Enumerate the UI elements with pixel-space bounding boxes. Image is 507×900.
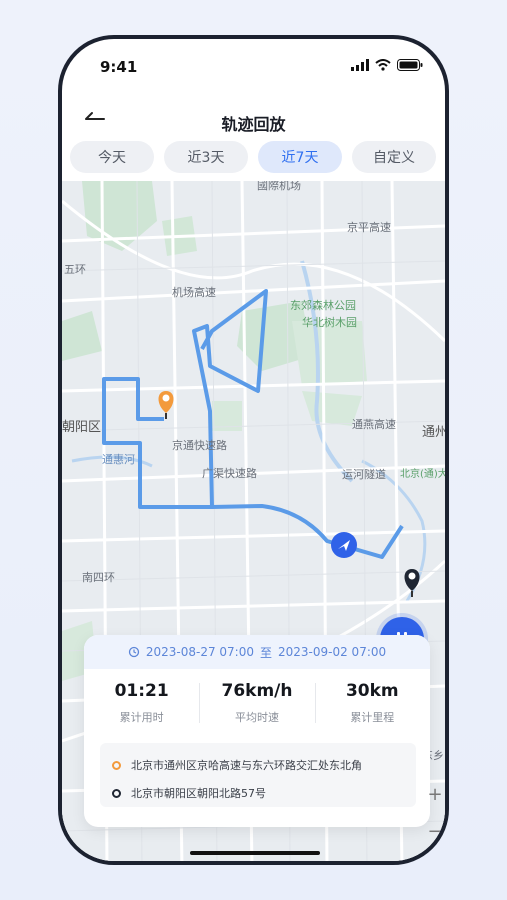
map-label: 北京(通)大运河文旅游景	[400, 467, 445, 480]
address-box: 北京市通州区京哈高速与东六环路交汇处东北角 北京市朝阳区朝阳北路57号	[100, 743, 416, 807]
map-label: 通惠河	[102, 452, 135, 466]
start-address: 北京市通州区京哈高速与东六环路交汇处东北角	[131, 759, 362, 772]
battery-icon	[397, 59, 423, 71]
date-range: 2023-08-27 07:00 至 2023-09-02 07:00	[84, 635, 430, 669]
map-label: 朝阳区	[62, 420, 101, 435]
stat-distance: 30km 累计里程	[314, 677, 430, 731]
date-separator: 至	[259, 645, 272, 660]
home-indicator	[190, 851, 320, 855]
map-label: 京平高速	[347, 220, 391, 234]
map-label: 华北树木园	[302, 315, 357, 329]
end-address-row: 北京市朝阳区朝阳北路57号	[112, 785, 266, 801]
map-label: 五环	[64, 263, 86, 276]
trip-stats: 01:21 累计用时 76km/h 平均时速 30km 累计里程	[84, 677, 430, 731]
status-icons	[351, 59, 423, 71]
tab-7days[interactable]: 近7天	[258, 141, 342, 173]
status-bar: 9:41	[62, 39, 445, 97]
zoom-controls: + −	[425, 784, 445, 842]
zoom-out-button[interactable]: −	[425, 821, 445, 842]
page-title: 轨迹回放	[221, 115, 286, 134]
map-label: 东郊森林公园	[290, 298, 356, 312]
green-area	[292, 321, 367, 386]
tab-3days[interactable]: 近3天	[164, 141, 248, 173]
map-label: 國際机场	[257, 181, 301, 192]
wifi-icon	[375, 59, 391, 71]
vehicle-marker	[331, 532, 357, 558]
history-icon	[128, 646, 139, 658]
start-address-row: 北京市通州区京哈高速与东六环路交汇处东北角	[112, 757, 362, 773]
map-label: 通州	[422, 425, 445, 440]
phone-frame: 9:41 轨迹回放 國際机场 京平高速 机场高速 五环 东郊森林公园 华北树木园…	[58, 35, 449, 865]
tab-today[interactable]: 今天	[70, 141, 154, 173]
map-label: 运河隧道	[342, 467, 386, 481]
map-label: 通燕高速	[352, 417, 396, 431]
date-to: 2023-09-02 07:00	[278, 645, 387, 659]
status-time: 9:41	[100, 58, 138, 76]
end-address: 北京市朝阳区朝阳北路57号	[131, 787, 266, 800]
stat-duration: 01:21 累计用时	[114, 681, 169, 724]
map-label: 京通快速路	[172, 438, 227, 452]
stat-speed: 76km/h 平均时速	[199, 677, 314, 731]
date-from: 2023-08-27 07:00	[145, 645, 254, 659]
map-label: 广渠快速路	[202, 467, 257, 480]
trip-info-card: 2023-08-27 07:00 至 2023-09-02 07:00 01:2…	[84, 635, 430, 827]
tab-custom[interactable]: 自定义	[352, 141, 436, 173]
date-range-tabs: 今天 近3天 近7天 自定义	[70, 141, 436, 173]
end-dot-icon	[112, 788, 121, 798]
map-label: 机场高速	[172, 285, 216, 299]
map-label: 南四环	[82, 571, 115, 584]
start-dot-icon	[112, 760, 121, 770]
signal-icon	[351, 59, 369, 71]
zoom-in-button[interactable]: +	[425, 784, 445, 805]
